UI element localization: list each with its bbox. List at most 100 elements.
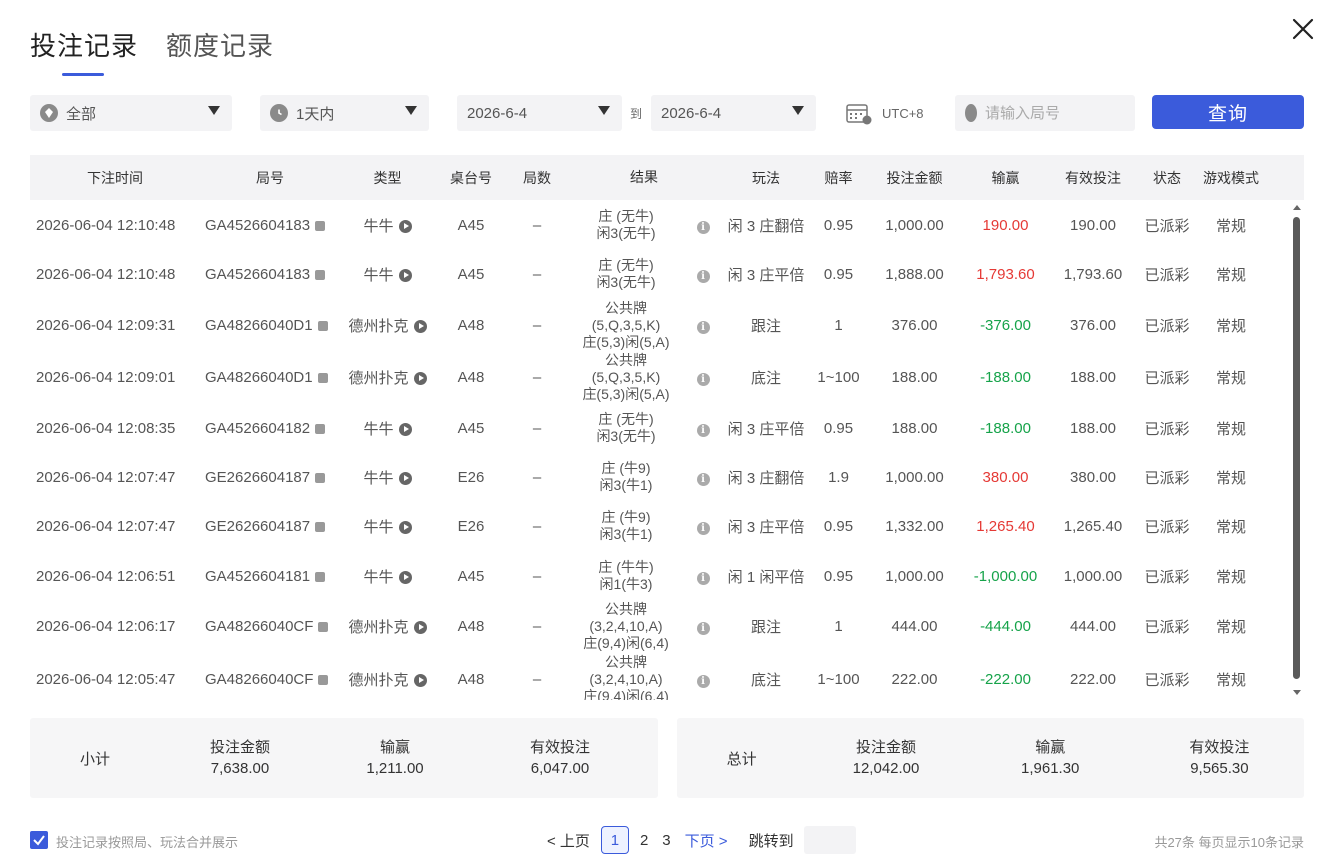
subtotal-winloss-value: 1,211.00 [366, 760, 424, 777]
info-icon[interactable]: i [696, 571, 710, 585]
odds: 0.95 [811, 518, 866, 535]
valid-bet: 380.00 [1048, 469, 1138, 486]
info-icon[interactable]: i [696, 521, 710, 535]
win-loss: -444.00 [963, 618, 1048, 635]
copy-icon[interactable] [315, 472, 326, 483]
date-to-value: 2026-6-4 [661, 104, 722, 122]
jump-label: 跳转到 [748, 832, 794, 850]
odds-text: 1 [834, 316, 843, 334]
copy-icon[interactable] [317, 320, 328, 331]
jump-input[interactable] [803, 826, 856, 854]
table-row: 2026-06-04 12:09:31 GA48266040D1 德州扑克 A48 – 公… [30, 300, 1290, 351]
valid-bet-text: 190.00 [1070, 216, 1116, 234]
range-select[interactable]: 1天内 [260, 95, 429, 131]
info-icon[interactable]: i [696, 674, 710, 688]
result-line: 闲3(无牛) [596, 274, 656, 290]
total-amount-value: 12,042.00 [852, 760, 920, 777]
win-loss: -376.00 [963, 317, 1048, 334]
merge-checkbox[interactable] [30, 831, 48, 849]
info-icon[interactable]: i [696, 320, 710, 334]
result-line: 庄 (无牛) [598, 257, 654, 273]
game-type-text: 德州扑克 [348, 317, 409, 335]
prev-page-button[interactable]: < 上页 [547, 830, 590, 851]
scroll-down-icon[interactable] [1293, 690, 1301, 695]
copy-icon[interactable] [315, 220, 326, 231]
scroll-up-icon[interactable] [1293, 205, 1301, 210]
close-icon[interactable] [1288, 14, 1318, 44]
round-count: – [507, 518, 567, 535]
copy-icon[interactable] [318, 621, 329, 632]
play-icon[interactable] [398, 269, 412, 283]
copy-icon[interactable] [315, 423, 326, 434]
round-input[interactable] [985, 104, 1125, 122]
scroll-thumb[interactable] [1293, 217, 1300, 679]
play-icon[interactable] [413, 621, 427, 635]
col-header: 桌台号 [450, 169, 492, 186]
subtotal-winloss: 输赢 1,211.00 [320, 737, 470, 779]
tab-credit-records[interactable]: 额度记录 [166, 26, 274, 63]
play-icon[interactable] [413, 674, 427, 688]
page-button[interactable]: 1 [600, 826, 629, 854]
bet-amount: 1,332.00 [866, 518, 963, 535]
play-icon[interactable] [398, 472, 412, 486]
calendar-icon[interactable] [846, 103, 872, 125]
game-mode: 常规 [1196, 215, 1266, 236]
date-to-select[interactable]: 2026-6-4 [651, 95, 816, 131]
play-type: 底注 [721, 367, 811, 388]
bet-time-text: 2026-06-04 12:08:35 [36, 419, 176, 437]
info-icon[interactable]: i [696, 220, 710, 234]
bet-time: 2026-06-04 12:10:48 [30, 217, 200, 234]
page-button[interactable]: 3 [662, 832, 670, 849]
copy-icon[interactable] [315, 269, 326, 280]
info-icon[interactable]: i [696, 621, 710, 635]
odds-text: 0.95 [823, 517, 854, 535]
play-type: 跟注 [721, 616, 811, 637]
category-select[interactable]: 全部 [30, 95, 232, 131]
bet-amount: 1,000.00 [866, 469, 963, 486]
game-type: 牛牛 [340, 516, 435, 537]
page-button[interactable]: 2 [640, 832, 648, 849]
result-line: 庄 (无牛) [598, 411, 654, 427]
info-icon[interactable]: i [696, 423, 710, 437]
play-icon[interactable] [398, 423, 412, 437]
valid-bet: 222.00 [1048, 671, 1138, 688]
play-icon[interactable] [398, 220, 412, 234]
category-value: 全部 [66, 105, 97, 123]
info-icon[interactable]: i [696, 372, 710, 386]
game-type: 牛牛 [340, 566, 435, 587]
next-page-button[interactable]: 下页 > [685, 830, 728, 851]
date-from-select[interactable]: 2026-6-4 [457, 95, 622, 131]
win-loss-text: 1,793.60 [976, 265, 1035, 283]
play-icon[interactable] [413, 320, 427, 334]
col-header: 赔率 [824, 169, 853, 186]
subtotal-valid-value: 6,047.00 [530, 760, 590, 777]
play-icon[interactable] [398, 571, 412, 585]
game-mode-text: 常规 [1215, 469, 1246, 487]
scrollbar[interactable] [1293, 205, 1301, 695]
status-text: 已派彩 [1144, 317, 1190, 335]
game-type-text: 德州扑克 [348, 671, 409, 689]
copy-icon[interactable] [318, 674, 329, 685]
tab-bet-records[interactable]: 投注记录 [30, 26, 138, 76]
valid-bet-text: 222.00 [1070, 670, 1116, 688]
game-mode-text: 常规 [1215, 317, 1246, 335]
copy-icon[interactable] [317, 372, 328, 383]
result: 庄 (牛牛) 闲1(牛3) [567, 559, 685, 593]
table-body: 2026-06-04 12:10:48 GA4526604183 牛牛 A45 – 庄 (… [30, 200, 1304, 700]
copy-icon[interactable] [315, 521, 326, 532]
status: 已派彩 [1138, 418, 1196, 439]
win-loss: -222.00 [963, 671, 1048, 688]
game-mode: 常规 [1196, 418, 1266, 439]
copy-icon[interactable] [315, 571, 326, 582]
result-line: 公共牌 [605, 299, 647, 316]
round-id: GA48266040D1 [200, 369, 340, 386]
play-icon[interactable] [413, 372, 427, 386]
play-icon[interactable] [398, 521, 412, 535]
bet-amount: 1,000.00 [866, 217, 963, 234]
game-type-text: 牛牛 [363, 217, 394, 235]
info-icon[interactable]: i [696, 472, 710, 486]
round-count: – [507, 420, 567, 437]
query-button[interactable]: 查询 [1152, 95, 1304, 129]
game-type-text: 德州扑克 [348, 369, 409, 387]
info-icon[interactable]: i [696, 269, 710, 283]
